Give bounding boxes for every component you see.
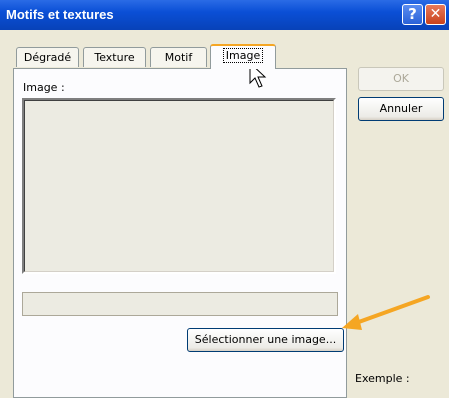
annotation-arrow-head xyxy=(342,314,362,330)
tab-label: Image xyxy=(222,48,264,63)
tab-image[interactable]: Image xyxy=(210,44,276,69)
annotation-arrow-shaft xyxy=(354,295,430,325)
